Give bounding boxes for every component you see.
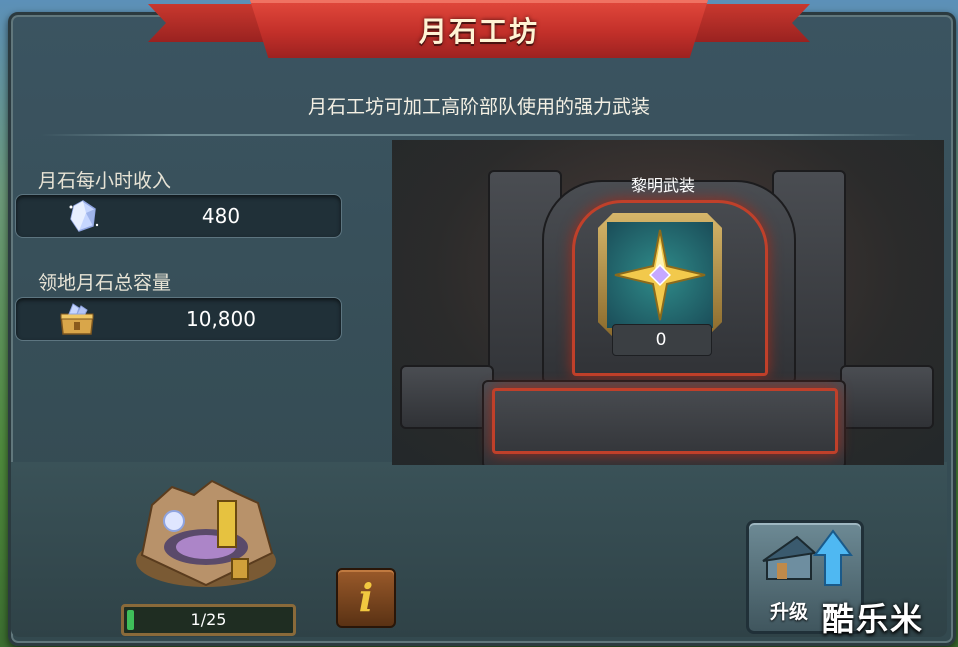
- hourly-income-value: 480: [201, 204, 241, 228]
- dawn-armament-icon: [614, 229, 706, 321]
- throne-arm-left: [400, 365, 494, 429]
- building-level-text: 1/25: [190, 610, 227, 629]
- upgrade-arrow-icon: [762, 529, 853, 586]
- moonstone-chest-icon: [60, 303, 94, 335]
- page-title: 月石工坊: [418, 15, 539, 48]
- divider: [40, 134, 918, 136]
- moonstone-workshop-building[interactable]: [132, 475, 280, 593]
- armament-count: 0: [655, 330, 667, 350]
- armament-title: 黎明武装: [630, 176, 695, 195]
- moonstone-gem-icon: [69, 200, 99, 232]
- watermark: 酷乐米: [822, 600, 925, 638]
- description-text: 月石工坊可加工高阶部队使用的强力武装: [307, 96, 650, 118]
- capacity-label: 领地月石总容量: [38, 272, 172, 294]
- throne-seat-glow: [492, 388, 838, 454]
- info-button[interactable]: i: [336, 568, 396, 628]
- hourly-income-box: 480: [15, 194, 342, 238]
- capacity-box: 10,800: [15, 297, 342, 341]
- upgrade-label: 升级: [769, 601, 808, 623]
- throne-arm-right: [840, 365, 934, 429]
- capacity-value: 10,800: [186, 307, 256, 331]
- building-level-progress: 1/25: [121, 604, 296, 636]
- armament-slot-inner: [607, 222, 713, 328]
- hourly-income-label: 月石每小时收入: [38, 170, 172, 192]
